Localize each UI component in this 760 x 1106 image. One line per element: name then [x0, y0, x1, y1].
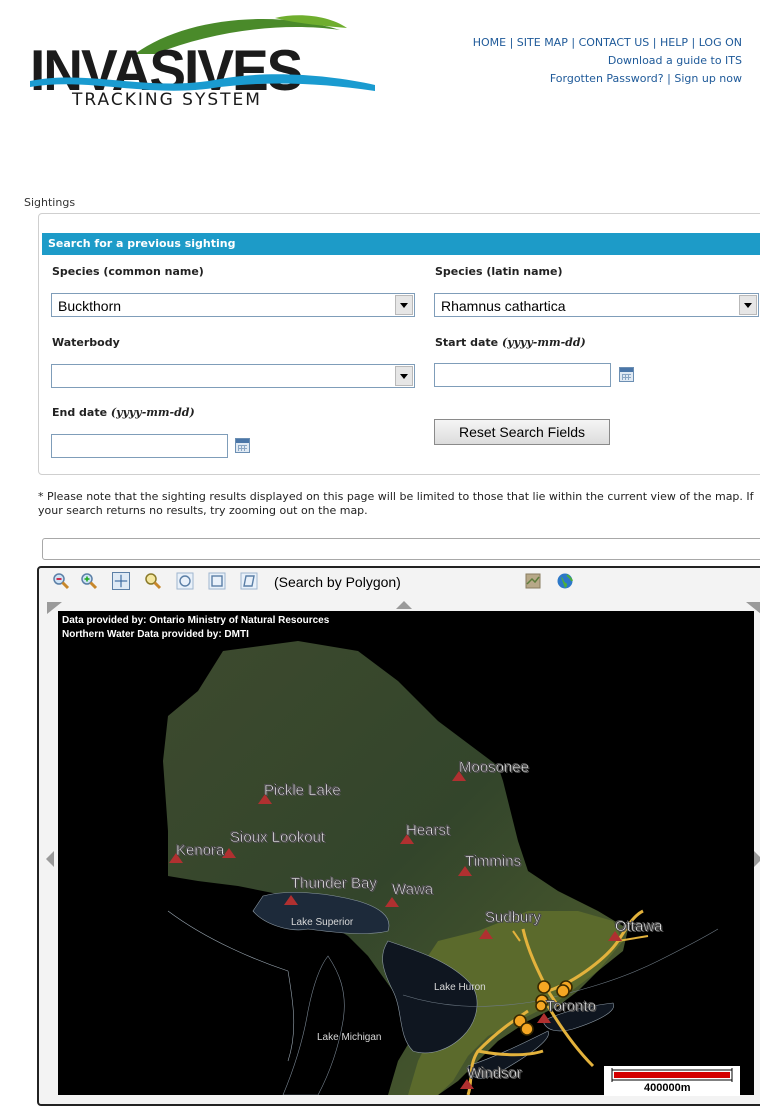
sighting-marker[interactable]: [537, 980, 551, 994]
city-label-toronto: Toronto: [546, 998, 597, 1016]
lake-label-michigan: Lake Michigan: [317, 1032, 382, 1043]
species-common-select[interactable]: Buckthorn: [51, 293, 415, 317]
city-label-sioux-lookout: Sioux Lookout: [230, 829, 326, 847]
rectangle-select-icon[interactable]: [208, 572, 226, 590]
chevron-down-icon[interactable]: [739, 295, 757, 315]
waterbody-select[interactable]: [51, 364, 415, 388]
site-map-link[interactable]: SITE MAP: [517, 36, 568, 49]
polygon-select-icon[interactable]: [240, 572, 258, 590]
end-date-label-text: End date: [52, 406, 108, 419]
scale-label: 400000m: [644, 1082, 691, 1094]
forgotten-password-link[interactable]: Forgotten Password?: [550, 72, 664, 85]
species-latin-select[interactable]: Rhamnus cathartica: [434, 293, 759, 317]
start-date-label-text: Start date: [435, 336, 499, 349]
map-scale-bar: 400000m: [604, 1066, 740, 1096]
pan-icon[interactable]: [112, 572, 130, 590]
city-label-windsor: Windsor: [467, 1065, 523, 1083]
zoom-in-icon[interactable]: [80, 572, 98, 590]
species-common-value: Buckthorn: [58, 298, 122, 314]
map-canvas[interactable]: Data provided by: Ontario Ministry of Na…: [58, 611, 754, 1095]
chevron-down-icon[interactable]: [395, 366, 413, 386]
contact-us-link[interactable]: CONTACT US: [579, 36, 650, 49]
city-markers: [169, 771, 622, 1089]
reset-search-button[interactable]: Reset Search Fields: [434, 419, 610, 445]
species-latin-label: Species (latin name): [435, 265, 563, 278]
globe-icon[interactable]: [556, 572, 574, 590]
lake-label-huron: Lake Huron: [434, 982, 486, 993]
calendar-icon[interactable]: [235, 438, 250, 453]
city-marker-wawa[interactable]: [385, 897, 399, 907]
start-date-format: (yyyy-mm-dd): [501, 336, 586, 349]
pan-west-icon[interactable]: [46, 851, 54, 867]
circle-select-icon[interactable]: [176, 572, 194, 590]
city-label-thunder-bay: Thunder Bay: [291, 875, 377, 893]
city-label-timmins: Timmins: [465, 853, 522, 871]
search-panel-header: Search for a previous sighting: [42, 233, 760, 255]
city-label-sudbury: Sudbury: [485, 909, 541, 927]
start-date-label: Start date (yyyy-mm-dd): [435, 336, 586, 349]
city-marker-thunder-bay[interactable]: [284, 895, 298, 905]
identify-icon[interactable]: [144, 572, 162, 590]
header-links: HOME | SITE MAP | CONTACT US | HELP | LO…: [472, 36, 742, 85]
start-date-input[interactable]: [434, 363, 611, 387]
home-link[interactable]: HOME: [473, 36, 506, 49]
logo-subtitle: TRACKING SYSTEM: [72, 90, 262, 110]
sighting-marker[interactable]: [556, 984, 570, 998]
sighting-marker[interactable]: [520, 1022, 534, 1036]
city-label-wawa: Wawa: [392, 881, 434, 899]
its-logo[interactable]: INVASIVES TRACKING SYSTEM: [30, 12, 375, 112]
species-common-label: Species (common name): [52, 265, 204, 278]
city-label-moosonee: Moosonee: [459, 759, 530, 777]
species-latin-value: Rhamnus cathartica: [441, 298, 566, 314]
city-label-kenora: Kenora: [176, 842, 225, 860]
log-on-link[interactable]: LOG ON: [699, 36, 742, 49]
city-label-ottawa: Ottawa: [615, 918, 663, 936]
results-bar: [42, 538, 760, 560]
download-guide-link[interactable]: Download a guide to ITS: [608, 54, 742, 67]
city-label-pickle-lake: Pickle Lake: [264, 782, 341, 800]
end-date-input[interactable]: [51, 434, 228, 458]
end-date-label: End date (yyyy-mm-dd): [52, 406, 195, 419]
sighting-marker[interactable]: [535, 1000, 547, 1012]
sign-up-link[interactable]: Sign up now: [674, 72, 742, 85]
waterbody-label: Waterbody: [52, 336, 120, 349]
city-label-hearst: Hearst: [406, 822, 451, 840]
chevron-down-icon[interactable]: [395, 295, 413, 315]
aerial-layer-icon[interactable]: [524, 572, 542, 590]
pan-east-icon[interactable]: [754, 851, 760, 867]
help-link[interactable]: HELP: [660, 36, 688, 49]
zoom-out-icon[interactable]: [52, 572, 70, 590]
city-marker-sudbury[interactable]: [479, 929, 493, 939]
lake-label-superior: Lake Superior: [291, 917, 354, 928]
search-by-polygon-label: (Search by Polygon): [274, 574, 401, 590]
pan-north-icon[interactable]: [396, 601, 412, 609]
calendar-icon[interactable]: [619, 367, 634, 382]
end-date-format: (yyyy-mm-dd): [110, 406, 195, 419]
section-label: Sightings: [24, 196, 76, 209]
results-note: * Please note that the sighting results …: [38, 490, 754, 517]
